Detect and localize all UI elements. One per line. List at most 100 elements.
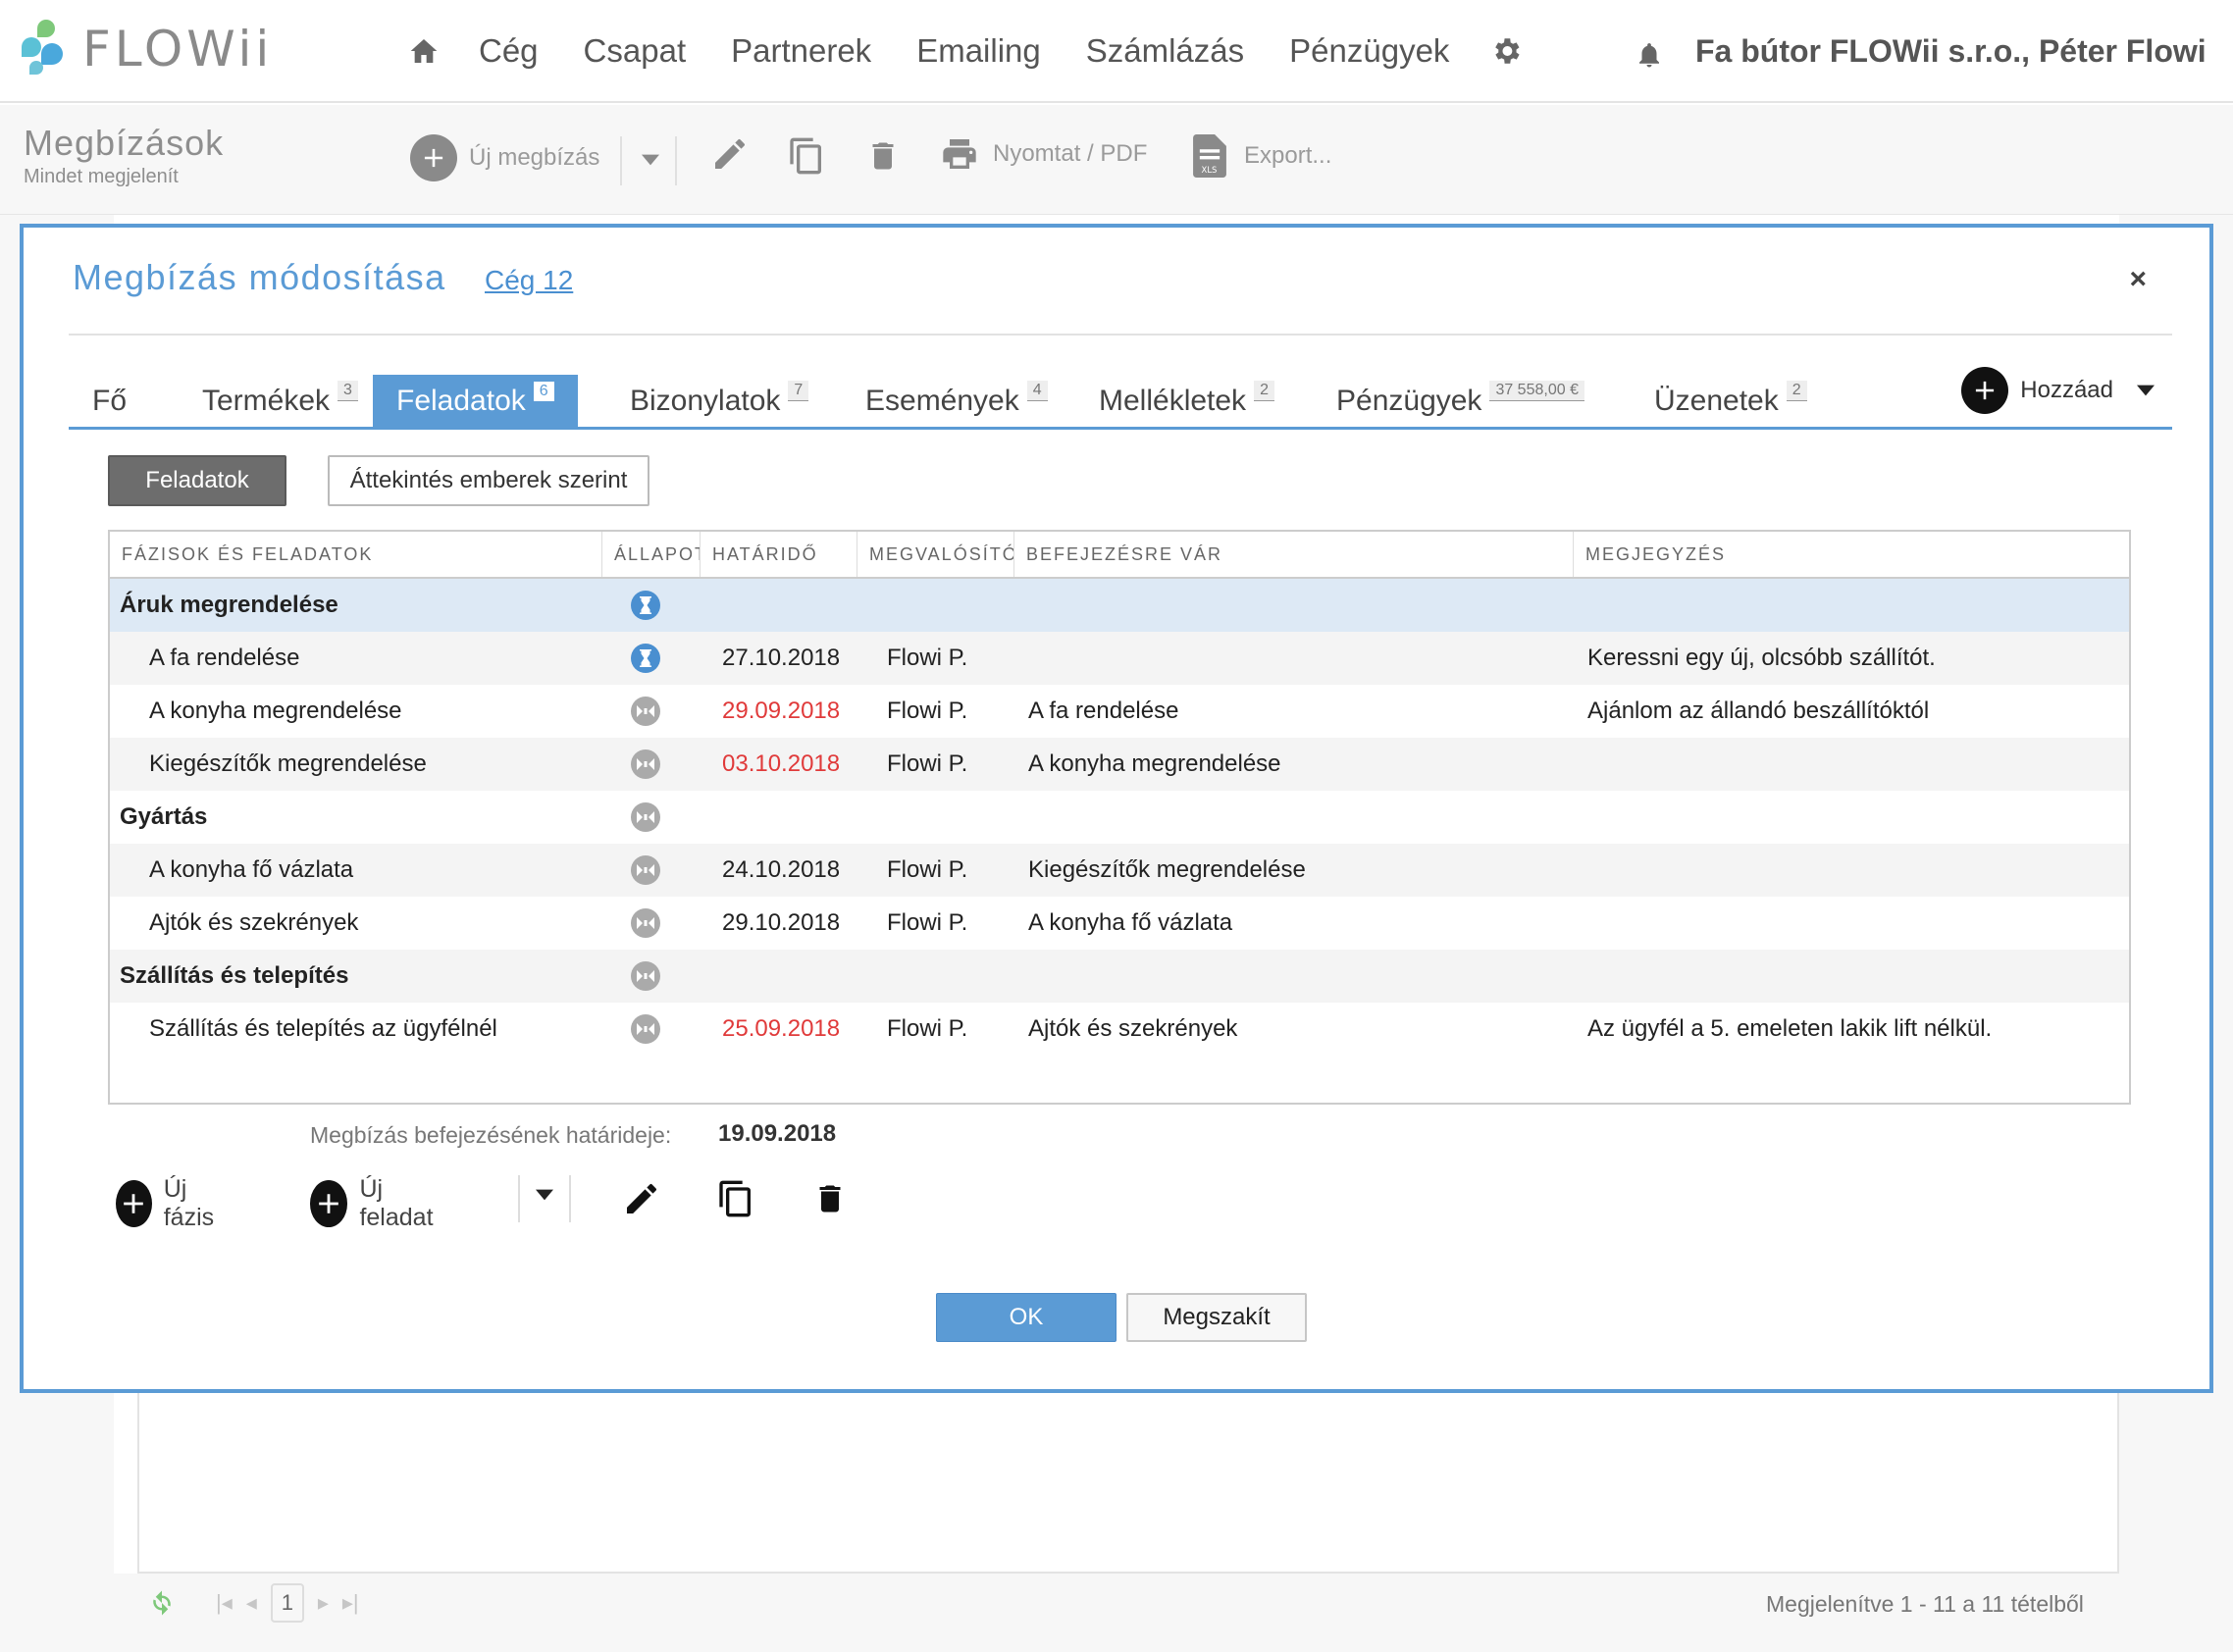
tasks-grid: FÁZISOK ÉS FELADATOK ÁLLAPOT HATÁRIDŐ ME… xyxy=(108,530,2131,1105)
new-task-dropdown-icon[interactable] xyxy=(536,1189,553,1201)
column-header-assignee[interactable]: MEGVALÓSÍTÓ xyxy=(857,532,1014,577)
note-cell: Ajánlom az állandó beszállítóktól xyxy=(1587,697,1930,724)
task-row[interactable]: Ajtók és szekrények 29.10.2018 Flowi P. A k… xyxy=(110,897,2129,950)
tab-feladatok[interactable]: Feladatok 6 xyxy=(373,375,578,427)
copy-icon[interactable] xyxy=(787,134,826,178)
tab-mellekletek[interactable]: Mellékletek 2 xyxy=(1075,375,1298,427)
new-task-button[interactable]: Új feladat xyxy=(310,1175,442,1232)
delete-task-icon[interactable] xyxy=(812,1177,848,1220)
status-cell xyxy=(616,1003,675,1056)
prev-page-icon[interactable]: ◂ xyxy=(246,1590,257,1616)
phase-row[interactable]: Gyártás xyxy=(110,791,2129,844)
waiting-icon xyxy=(631,802,660,832)
refresh-icon[interactable] xyxy=(147,1588,177,1618)
overview-by-people-button[interactable]: Áttekintés emberek szerint xyxy=(328,455,649,506)
status-cell xyxy=(616,685,675,738)
copy-task-icon[interactable] xyxy=(716,1177,755,1220)
edit-order-dialog: Megbízás módosítása Cég 12 × Fő Termékek… xyxy=(20,224,2213,1393)
toolbar-divider xyxy=(675,136,677,185)
task-row[interactable]: A fa rendelése 27.10.2018 Flowi P. Keressni… xyxy=(110,632,2129,685)
flowii-logo[interactable]: FLOWii xyxy=(22,18,273,80)
nav-item-csapat[interactable]: Csapat xyxy=(584,32,687,70)
column-header-status[interactable]: ÁLLAPOT xyxy=(602,532,701,577)
note-cell xyxy=(1587,950,2127,1003)
page-toolbar: Megbízások Mindet megjelenít Új megbízás… xyxy=(0,105,2233,215)
column-header-deadline[interactable]: HATÁRIDŐ xyxy=(701,532,857,577)
next-page-icon[interactable]: ▸ xyxy=(318,1590,329,1616)
new-order-label: Új megbízás xyxy=(469,144,600,171)
note-cell xyxy=(1587,844,2127,897)
status-cell xyxy=(616,897,675,950)
close-icon[interactable]: × xyxy=(2129,263,2147,296)
company-link[interactable]: Cég 12 xyxy=(485,265,573,296)
tab-label: Mellékletek xyxy=(1099,384,1247,417)
plus-circle-icon xyxy=(116,1180,152,1227)
assignee-cell: Flowi P. xyxy=(887,909,968,936)
column-header-waits-for[interactable]: BEFEJEZÉSRE VÁR xyxy=(1014,532,1574,577)
first-page-icon[interactable]: |◂ xyxy=(216,1590,233,1616)
cancel-button[interactable]: Megszakít xyxy=(1126,1293,1307,1342)
logo-text: FLOWii xyxy=(82,21,274,77)
waiting-icon xyxy=(631,855,660,885)
logo-mark-icon xyxy=(22,20,71,78)
tab-esemenyek[interactable]: Események 4 xyxy=(842,375,1071,427)
tab-count-badge: 3 xyxy=(338,381,358,401)
new-phase-button[interactable]: Új fázis xyxy=(116,1175,225,1232)
home-icon[interactable] xyxy=(402,29,445,73)
column-header-phases[interactable]: FÁZISOK ÉS FELADATOK xyxy=(110,532,602,577)
tab-count-badge: 2 xyxy=(1786,381,1807,401)
ok-button[interactable]: OK xyxy=(936,1293,1116,1342)
task-row[interactable]: A konyha fő vázlata 24.10.2018 Flowi P. Kie… xyxy=(110,844,2129,897)
edit-icon[interactable] xyxy=(710,134,750,174)
column-header-note[interactable]: MEGJEGYZÉS xyxy=(1574,532,2129,577)
pager: |◂ ◂ 1 ▸ ▸| xyxy=(147,1583,359,1623)
user-company-name[interactable]: Fa bútor FLOWii s.r.o., Péter Flowi xyxy=(1695,33,2207,70)
nav-item-emailing[interactable]: Emailing xyxy=(916,32,1041,70)
tab-penzugyek[interactable]: Pénzügyek 37 558,00 € xyxy=(1313,375,1608,427)
export-button[interactable]: XLS Export... xyxy=(1193,134,1331,178)
add-button[interactable]: Hozzáad xyxy=(1961,367,2155,414)
task-row[interactable]: Szállítás és telepítés az ügyfélnél 25.09… xyxy=(110,1003,2129,1056)
phase-row[interactable]: Áruk megrendelése xyxy=(110,579,2129,632)
nav-item-penzugyek[interactable]: Pénzügyek xyxy=(1289,32,1449,70)
current-page-input[interactable]: 1 xyxy=(270,1583,304,1623)
edit-task-icon[interactable] xyxy=(622,1179,661,1218)
new-order-dropdown-icon[interactable] xyxy=(642,154,659,166)
main-nav: Cég Csapat Partnerek Emailing Számlázás … xyxy=(402,29,1526,73)
phase-row[interactable]: Szállítás és telepítés xyxy=(110,950,2129,1003)
page-title: Megbízások xyxy=(24,123,225,163)
tab-label: Termékek xyxy=(202,384,331,417)
assignee-cell: Flowi P. xyxy=(887,1015,968,1042)
delete-icon[interactable] xyxy=(865,134,901,178)
tab-bizonylatok[interactable]: Bizonylatok 7 xyxy=(606,375,832,427)
tab-termekek[interactable]: Termékek 3 xyxy=(179,375,382,427)
assignee-cell: Flowi P. xyxy=(887,697,968,724)
nav-item-ceg[interactable]: Cég xyxy=(479,32,539,70)
task-name: Kiegészítők megrendelése xyxy=(149,750,427,777)
tab-fo[interactable]: Fő xyxy=(69,375,150,427)
task-row[interactable]: Kiegészítők megrendelése 03.10.2018 Flowi … xyxy=(110,738,2129,791)
phase-name: Gyártás xyxy=(120,803,208,830)
task-name: Szállítás és telepítés az ügyfélnél xyxy=(149,1015,497,1042)
tab-count-badge: 2 xyxy=(1254,381,1274,401)
svg-text:XLS: XLS xyxy=(1202,165,1218,175)
page-subtitle[interactable]: Mindet megjelenít xyxy=(24,166,179,188)
deadline-label: Megbízás befejezésének határideje: xyxy=(310,1122,672,1148)
nav-item-szamlazas[interactable]: Számlázás xyxy=(1086,32,1244,70)
waiting-icon xyxy=(631,961,660,991)
status-cell xyxy=(616,579,675,632)
new-order-button[interactable]: Új megbízás xyxy=(410,134,599,181)
tasks-view-button[interactable]: Feladatok xyxy=(108,455,286,506)
print-pdf-button[interactable]: Nyomtat / PDF xyxy=(938,134,1147,174)
last-page-icon[interactable]: ▸| xyxy=(342,1590,359,1616)
tab-amount-badge: 37 558,00 € xyxy=(1489,381,1584,401)
bell-icon[interactable] xyxy=(1635,39,1668,73)
nav-item-partnerek[interactable]: Partnerek xyxy=(731,32,871,70)
status-cell xyxy=(616,738,675,791)
tab-uzenetek[interactable]: Üzenetek 2 xyxy=(1631,375,1831,427)
gear-icon[interactable] xyxy=(1486,31,1526,71)
note-cell xyxy=(1587,579,2127,632)
task-row[interactable]: A konyha megrendelése 29.09.2018 Flowi P. A… xyxy=(110,685,2129,738)
deadline-cell: 25.09.2018 xyxy=(722,1015,841,1042)
add-dropdown-icon[interactable] xyxy=(2137,385,2155,396)
